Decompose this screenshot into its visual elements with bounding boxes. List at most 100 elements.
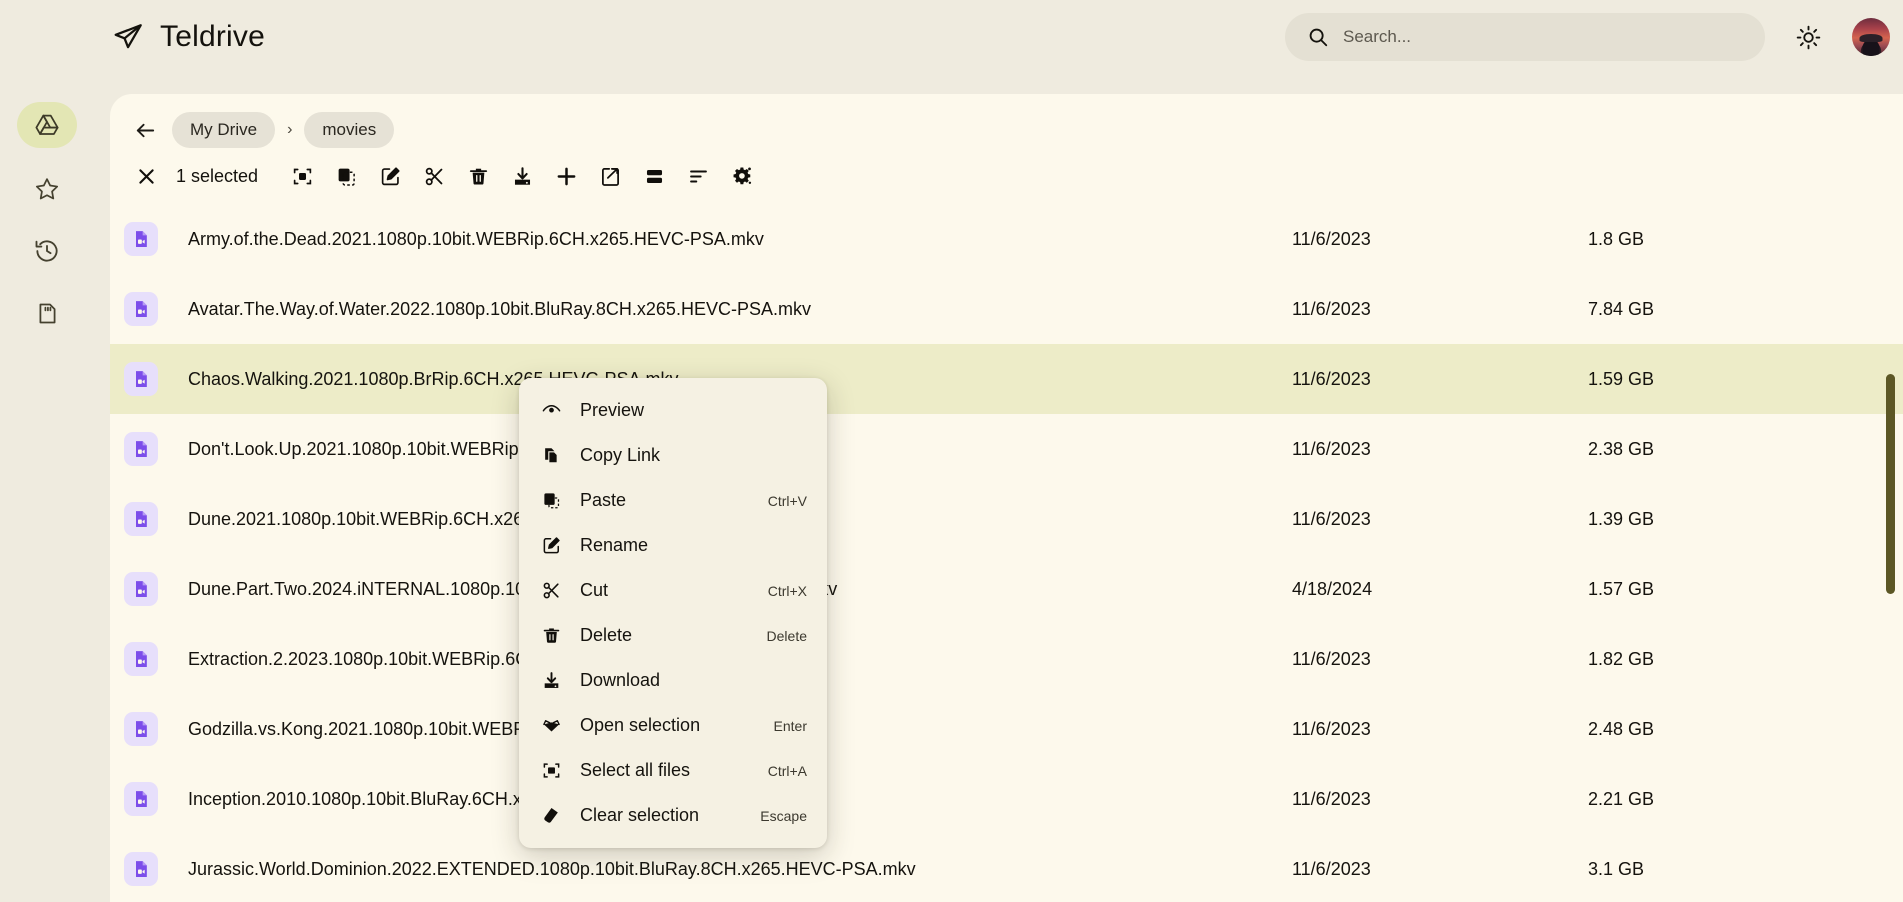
context-menu-item-open-selection[interactable]: Open selection Enter (519, 703, 827, 748)
clear-selection-button[interactable] (124, 154, 168, 198)
select-all-icon (292, 166, 313, 187)
scissors-icon (541, 580, 562, 601)
file-date: 11/6/2023 (1292, 789, 1371, 810)
file-name: Army.of.the.Dead.2021.1080p.10bit.WEBRip… (188, 229, 764, 250)
eye-icon (541, 400, 562, 421)
table-row[interactable]: Inception.2010.1080p.10bit.BluRay.6CH.x2… (110, 764, 1903, 834)
scrollbar-track[interactable] (1883, 94, 1897, 902)
share-button[interactable] (588, 154, 632, 198)
delete-button[interactable] (456, 154, 500, 198)
context-menu-item-cut[interactable]: Cut Ctrl+X (519, 568, 827, 613)
copy-button[interactable] (324, 154, 368, 198)
select-all-button[interactable] (280, 154, 324, 198)
file-date: 11/6/2023 (1292, 649, 1371, 670)
sidebar-item-recent[interactable] (17, 228, 77, 274)
file-size: 1.57 GB (1588, 579, 1654, 600)
main-panel: My Drive › movies 1 selected (110, 94, 1903, 902)
context-menu-item-preview[interactable]: Preview (519, 388, 827, 433)
selection-count-label: 1 selected (176, 166, 258, 187)
sidebar-item-storage[interactable] (17, 290, 77, 336)
table-row[interactable]: Avatar.The.Way.of.Water.2022.1080p.10bit… (110, 274, 1903, 344)
view-layout-button[interactable] (632, 154, 676, 198)
edit-square-icon (380, 166, 401, 187)
context-menu-shortcut: Enter (774, 718, 807, 734)
file-size: 1.8 GB (1588, 229, 1644, 250)
context-menu-item-clear-selection[interactable]: Clear selection Escape (519, 793, 827, 838)
video-file-icon (124, 712, 158, 746)
theme-toggle-button[interactable] (1790, 19, 1826, 55)
sidebar-item-drive[interactable] (17, 102, 77, 148)
context-menu-shortcut: Escape (760, 808, 807, 824)
file-size: 2.48 GB (1588, 719, 1654, 740)
paste-icon (541, 490, 562, 511)
context-menu-label: Preview (580, 400, 789, 421)
external-link-icon (600, 166, 621, 187)
context-menu-label: Rename (580, 535, 789, 556)
user-avatar[interactable] (1852, 18, 1890, 56)
breadcrumb-item-movies[interactable]: movies (304, 112, 394, 148)
star-icon (34, 176, 60, 202)
arrow-left-icon (134, 119, 157, 142)
sidebar-item-starred[interactable] (17, 166, 77, 212)
context-menu-item-download[interactable]: Download (519, 658, 827, 703)
context-menu-item-paste[interactable]: PasteCtrl+V (519, 478, 827, 523)
table-row[interactable]: Dune.Part.Two.2024.iNTERNAL.1080p.10bit.… (110, 554, 1903, 624)
file-date: 11/6/2023 (1292, 299, 1371, 320)
edit-square-icon (541, 535, 562, 556)
layout-rows-icon (644, 166, 665, 187)
file-list: Army.of.the.Dead.2021.1080p.10bit.WEBRip… (110, 204, 1903, 902)
file-date: 11/6/2023 (1292, 439, 1371, 460)
context-menu-label: Clear selection (580, 805, 742, 826)
file-date: 11/6/2023 (1292, 369, 1371, 390)
file-size: 3.1 GB (1588, 859, 1644, 880)
search-box[interactable] (1285, 13, 1765, 61)
settings-button[interactable] (720, 154, 764, 198)
breadcrumb-item-my-drive[interactable]: My Drive (172, 112, 275, 148)
context-menu-label: Open selection (580, 715, 756, 736)
add-button[interactable] (544, 154, 588, 198)
table-row[interactable]: Don't.Look.Up.2021.1080p.10bit.WEBRip.6C… (110, 414, 1903, 484)
search-input[interactable] (1343, 27, 1743, 47)
cut-button[interactable] (412, 154, 456, 198)
sort-button[interactable] (676, 154, 720, 198)
context-menu-item-copy-link[interactable]: Copy Link (519, 433, 827, 478)
context-menu-label: Cut (580, 580, 750, 601)
sd-card-icon (35, 301, 60, 326)
app-brand: Teldrive (112, 20, 265, 54)
context-menu-label: Download (580, 670, 789, 691)
file-date: 11/6/2023 (1292, 229, 1371, 250)
table-row[interactable]: Godzilla.vs.Kong.2021.1080p.10bit.WEBRip… (110, 694, 1903, 764)
table-row[interactable]: Dune.2021.1080p.10bit.WEBRip.6CH.x265.HE… (110, 484, 1903, 554)
eraser-icon (541, 805, 562, 826)
scrollbar-thumb[interactable] (1886, 374, 1895, 594)
file-name: Jurassic.World.Dominion.2022.EXTENDED.10… (188, 859, 916, 880)
video-file-icon (124, 572, 158, 606)
selection-toolbar: 1 selected (110, 148, 1903, 204)
context-menu-item-rename[interactable]: Rename (519, 523, 827, 568)
history-clock-icon (34, 238, 60, 264)
file-size: 2.21 GB (1588, 789, 1654, 810)
context-menu-shortcut: Ctrl+X (768, 583, 807, 599)
context-menu-item-delete[interactable]: DeleteDelete (519, 613, 827, 658)
drive-icon (34, 112, 60, 138)
table-row[interactable]: Jurassic.World.Dominion.2022.EXTENDED.10… (110, 834, 1903, 902)
top-bar: Teldrive (0, 0, 1903, 74)
sun-icon (1796, 25, 1821, 50)
trash-icon (541, 625, 562, 646)
context-menu-label: Copy Link (580, 445, 789, 466)
context-menu-item-select-all-files[interactable]: Select all filesCtrl+A (519, 748, 827, 793)
rename-button[interactable] (368, 154, 412, 198)
back-button[interactable] (128, 113, 162, 147)
video-file-icon (124, 362, 158, 396)
x-icon (136, 166, 157, 187)
paper-plane-icon (112, 21, 144, 53)
copy-icon (541, 445, 562, 466)
table-row[interactable]: Army.of.the.Dead.2021.1080p.10bit.WEBRip… (110, 204, 1903, 274)
scissors-icon (424, 166, 445, 187)
context-menu: Preview Copy Link PasteCtrl+V Rename Cut Ctrl… (519, 378, 827, 848)
table-row[interactable]: Extraction.2.2023.1080p.10bit.WEBRip.6CH… (110, 624, 1903, 694)
file-name: Avatar.The.Way.of.Water.2022.1080p.10bit… (188, 299, 811, 320)
download-button[interactable] (500, 154, 544, 198)
context-menu-shortcut: Ctrl+A (768, 763, 807, 779)
table-row[interactable]: Chaos.Walking.2021.1080p.BrRip.6CH.x265.… (110, 344, 1903, 414)
